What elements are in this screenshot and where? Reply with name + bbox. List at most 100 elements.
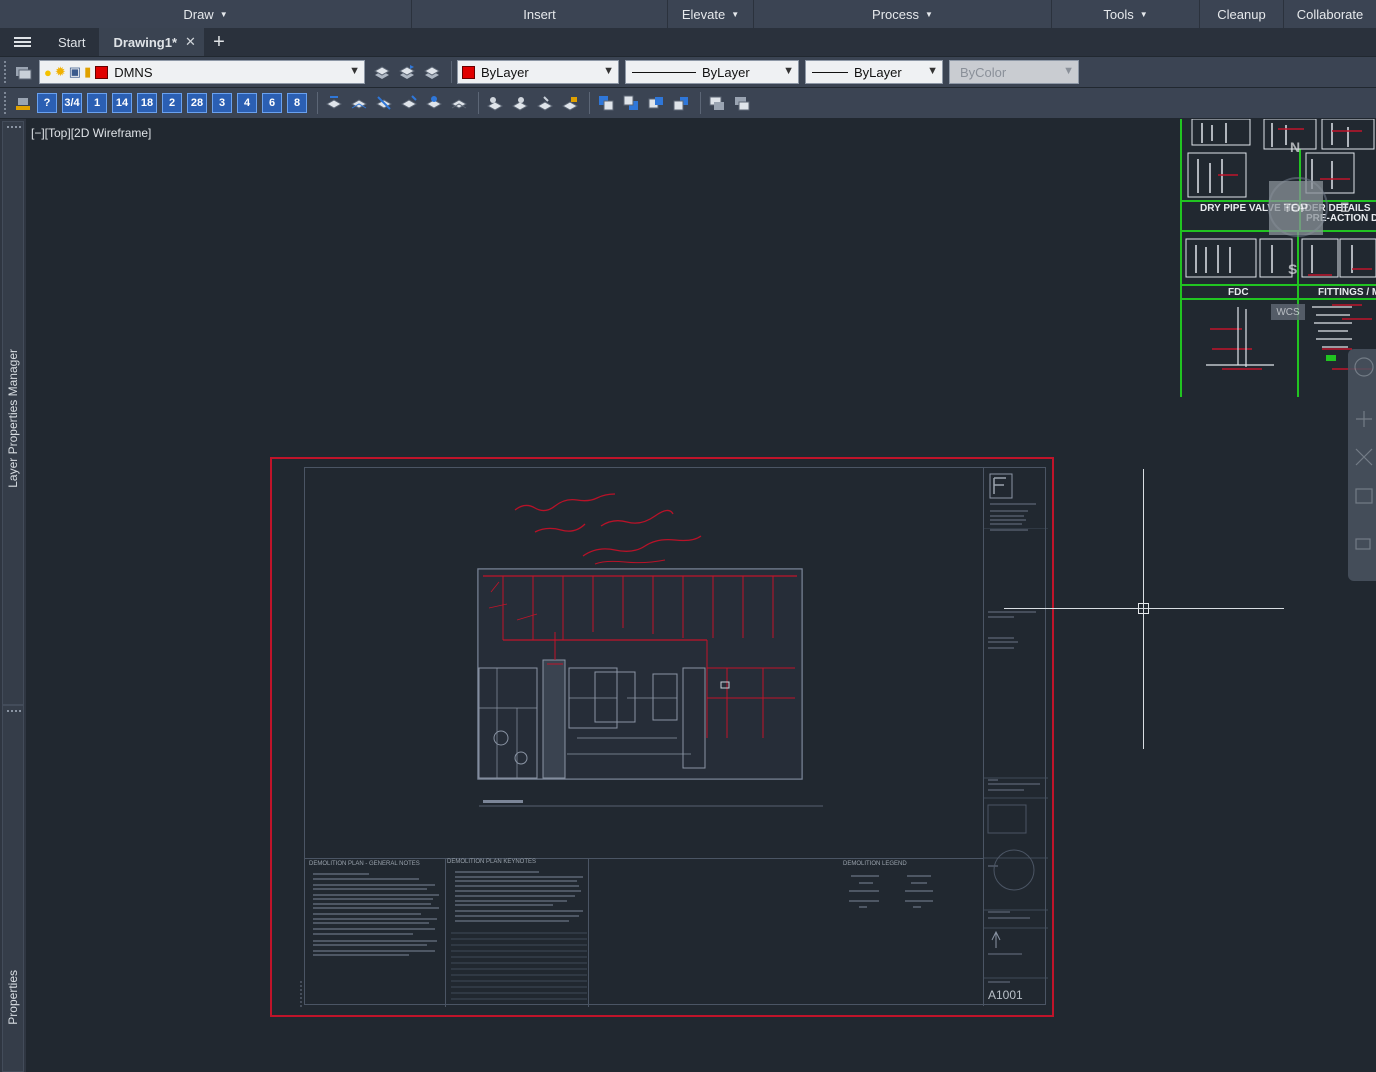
draw-order-back-icon[interactable] [620, 92, 642, 114]
color-value: ByLayer [481, 64, 529, 80]
toolbar-grip[interactable] [4, 92, 12, 114]
linetype-preview [632, 71, 696, 73]
ribbon-panel-label: Process [872, 6, 920, 22]
drawing-sheet[interactable]: DEMOLITION PLAN - GENERAL NOTES DEMOLITI… [270, 457, 1054, 1017]
keynotes-text [455, 871, 583, 922]
palette-grip[interactable] [7, 710, 21, 714]
layer-isolate-icon[interactable] [323, 92, 345, 114]
fdc-detail-label: FDC [1228, 287, 1249, 298]
ribbon-panel-label: Draw [183, 6, 214, 22]
drawing-viewport[interactable]: [−][Top][2D Wireframe] DEMOLITION PLAN -… [26, 119, 1376, 1072]
hamburger-menu-icon[interactable] [0, 28, 44, 56]
layer-thaw-icon[interactable] [448, 92, 470, 114]
lineweight-dropdown[interactable]: ByLayer ▼ [805, 60, 943, 84]
viewcube-south-label[interactable]: S [1288, 261, 1297, 277]
viewcube-north-label[interactable]: N [1290, 139, 1300, 155]
wcs-menu-button[interactable]: WCS [1271, 304, 1305, 320]
toolbar-separator [451, 61, 452, 83]
color-dropdown[interactable]: ByLayer ▼ [457, 60, 619, 84]
tab-label: Drawing1* [113, 34, 178, 50]
layer-off-icon[interactable] [373, 92, 395, 114]
layer-on-icon[interactable] [423, 92, 445, 114]
ribbon-panel-collaborate[interactable]: Collaborate [1284, 0, 1376, 28]
viewcube-top-face[interactable]: TOP [1269, 181, 1323, 235]
make-current-layer-icon[interactable] [371, 61, 393, 83]
layer-scale-icon[interactable]: 4 [237, 93, 257, 113]
layer-unlock-icon[interactable] [509, 92, 531, 114]
layer-scale-icon[interactable]: 1 [87, 93, 107, 113]
legend-symbols [849, 875, 933, 908]
layer-merge-icon[interactable] [559, 92, 581, 114]
fittings-detail-label: FITTINGS / M [1318, 287, 1376, 298]
layer-scale-icon[interactable]: 3 [212, 93, 232, 113]
tab-start[interactable]: Start [44, 28, 99, 56]
ribbon-panel-label: Insert [523, 6, 556, 22]
ribbon-panel-titles: Draw ▼ Insert Elevate ▼ Process ▼ Tools ▼ Cl… [0, 0, 1376, 28]
current-layer-name: DMNS [114, 64, 153, 80]
text-to-front-icon[interactable] [706, 92, 728, 114]
toolbar-separator [700, 92, 701, 114]
linetype-value: ByLayer [702, 64, 750, 80]
lightbulb-on-icon: ● [44, 64, 52, 80]
layer-state-icon[interactable] [421, 61, 443, 83]
layer-freeze-icon[interactable] [398, 92, 420, 114]
title-block: A1001 [983, 468, 1048, 1006]
sheet-margin-mark [300, 981, 302, 1007]
lineweight-value: ByLayer [854, 64, 902, 80]
navigation-bar-icons [1354, 357, 1374, 550]
toolbar-separator [589, 92, 590, 114]
keynotes-table [451, 932, 587, 1000]
lineweight-preview [812, 71, 848, 73]
layer-dropdown[interactable]: ● ✹ ▣ ▮ DMNS ▼ [39, 60, 365, 84]
navigation-bar[interactable] [1348, 349, 1376, 581]
tab-drawing1[interactable]: Drawing1* ✕ [99, 28, 204, 56]
draw-order-front-icon[interactable] [595, 92, 617, 114]
layer-scale-icon[interactable]: 14 [112, 93, 132, 113]
ribbon-panel-cleanup[interactable]: Cleanup [1200, 0, 1284, 28]
properties-palette[interactable]: Properties [2, 705, 24, 1072]
unlock-icon: ▮ [84, 64, 92, 79]
ribbon-panel-draw[interactable]: Draw ▼ [0, 0, 412, 28]
sheet-frame: DEMOLITION PLAN - GENERAL NOTES DEMOLITI… [304, 467, 1048, 1007]
layer-scale-icon[interactable]: 28 [187, 93, 207, 113]
linetype-dropdown[interactable]: ByLayer ▼ [625, 60, 799, 84]
palette-grip[interactable] [7, 126, 21, 130]
palette-title: Layer Properties Manager [6, 349, 20, 488]
new-tab-plus-icon[interactable]: + [204, 28, 234, 56]
ribbon-panel-process[interactable]: Process ▼ [754, 0, 1052, 28]
layer-scale-icon[interactable]: 18 [137, 93, 157, 113]
ribbon-panel-tools[interactable]: Tools ▼ [1052, 0, 1200, 28]
layer-scale-icon[interactable]: 2 [162, 93, 182, 113]
legend-title: DEMOLITION LEGEND [843, 861, 907, 867]
viewcube-east-label[interactable]: E [1340, 199, 1349, 215]
draw-order-above-icon[interactable] [645, 92, 667, 114]
toolbar-grip[interactable] [4, 61, 12, 83]
chevron-down-icon: ▼ [1063, 65, 1074, 77]
ribbon-panel-insert[interactable]: Insert [412, 0, 668, 28]
layer-properties-icon[interactable] [12, 61, 34, 83]
dropdown-arrow-icon: ▼ [731, 9, 740, 19]
layer-properties-manager-palette[interactable]: Layer Properties Manager [2, 121, 24, 705]
layer-match-icon[interactable] [12, 92, 34, 114]
hatch-to-back-icon[interactable] [731, 92, 753, 114]
viewport-controls-label[interactable]: [−][Top][2D Wireframe] [31, 126, 151, 140]
ribbon-panel-label: Cleanup [1217, 6, 1266, 22]
file-tab-bar: Start Drawing1* ✕ + [0, 28, 1376, 56]
title-block-fields [984, 528, 1048, 983]
close-icon[interactable]: ✕ [185, 34, 196, 50]
draw-order-under-icon[interactable] [670, 92, 692, 114]
layer-unisolate-icon[interactable] [348, 92, 370, 114]
dropdown-arrow-icon: ▼ [1139, 9, 1148, 19]
layer-help-icon[interactable]: ? [37, 93, 57, 113]
layer-walk-icon[interactable] [534, 92, 556, 114]
sheet-number: A1001 [988, 988, 1023, 1002]
detail-views-cluster[interactable]: DRY PIPE VALVE HEADER DETAILS PRE-ACTION… [1180, 119, 1376, 397]
layer-lock-icon[interactable] [484, 92, 506, 114]
layer-previous-icon[interactable] [396, 61, 418, 83]
layer-scale-icon[interactable]: 8 [287, 93, 307, 113]
floor-plan-drawing [477, 568, 803, 780]
layer-scale-icon[interactable]: 3/4 [62, 93, 82, 113]
viewport-freeze-icon: ▣ [68, 64, 82, 79]
ribbon-panel-elevate[interactable]: Elevate ▼ [668, 0, 754, 28]
layer-scale-icon[interactable]: 6 [262, 93, 282, 113]
